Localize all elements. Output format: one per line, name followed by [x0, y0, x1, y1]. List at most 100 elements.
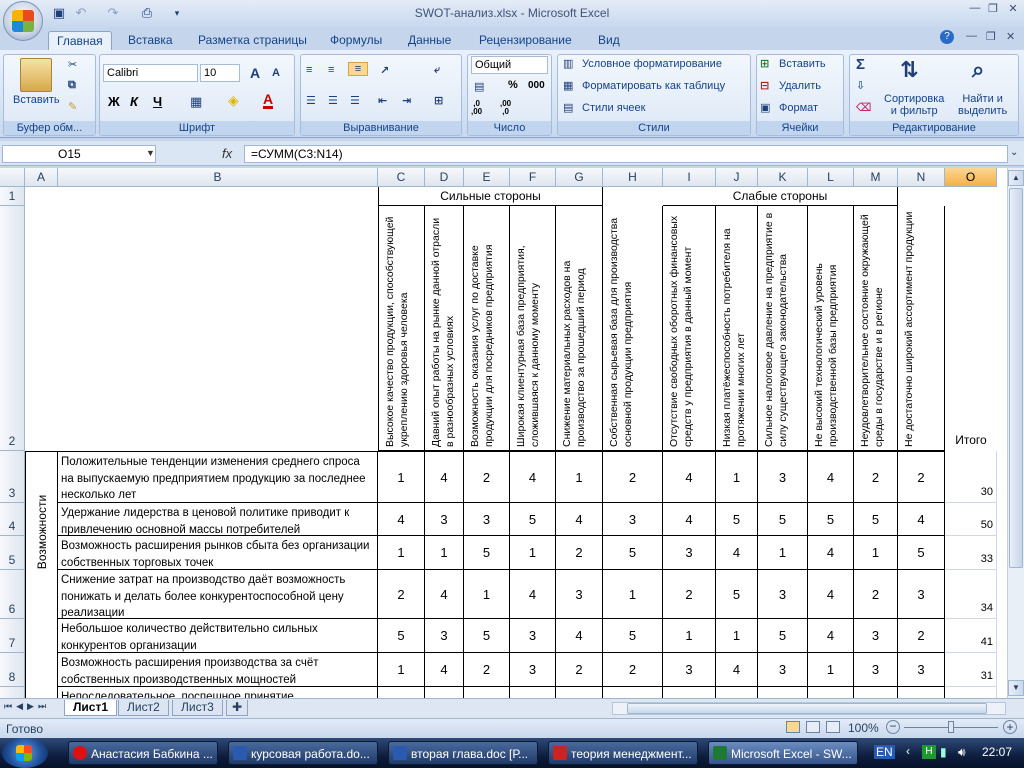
vertical-scroll-thumb[interactable] — [1009, 188, 1023, 568]
row-description[interactable]: Непоследовательное, поспешное принятие — [58, 687, 378, 698]
score-cell[interactable]: 1 — [378, 536, 425, 570]
conditional-format-button[interactable]: Условное форматирование — [582, 58, 722, 70]
increase-indent-icon[interactable]: ⇥ — [402, 94, 411, 107]
italic-button[interactable]: К — [130, 94, 138, 109]
network-icon[interactable]: ▮ — [940, 745, 954, 759]
row-header[interactable]: 7 — [0, 619, 25, 653]
cell-styles-button[interactable]: Стили ячеек — [582, 102, 645, 114]
score-cell[interactable]: 4 — [425, 570, 464, 619]
column-header-h[interactable]: H — [603, 168, 663, 187]
clear-icon[interactable]: ⌫ — [856, 101, 872, 114]
score-cell[interactable]: 4 — [808, 536, 854, 570]
factor-header[interactable]: Сильное налоговое давление на предприяти… — [758, 206, 808, 451]
score-cell[interactable]: 1 — [758, 536, 808, 570]
score-cell[interactable]: 3 — [425, 503, 464, 536]
format-as-table-button[interactable]: Форматировать как таблицу — [582, 80, 725, 92]
column-header-i[interactable]: I — [663, 168, 716, 187]
align-bottom-icon[interactable]: ≡ — [348, 62, 368, 76]
column-header-j[interactable]: J — [716, 168, 758, 187]
score-cell[interactable]: 1 — [808, 653, 854, 687]
score-cell[interactable]: 4 — [378, 503, 425, 536]
score-cell[interactable]: 1 — [716, 451, 758, 503]
score-cell[interactable]: 4 — [716, 653, 758, 687]
column-header-o[interactable]: O — [945, 168, 997, 187]
score-cell[interactable]: 4 — [808, 451, 854, 503]
total-cell[interactable] — [945, 687, 997, 698]
grow-font-icon[interactable]: A — [250, 65, 260, 81]
ribbon-restore-icon[interactable]: ❐ — [986, 30, 996, 43]
score-cell[interactable]: 1 — [464, 570, 510, 619]
merge-cells-icon[interactable]: ⊞ — [434, 94, 443, 107]
tab-page-layout[interactable]: Разметка страницы — [190, 31, 315, 51]
row-header[interactable]: 9 — [0, 687, 25, 698]
cut-icon[interactable]: ✂ — [68, 58, 77, 71]
total-cell[interactable]: 31 — [945, 653, 997, 687]
score-cell[interactable]: 5 — [603, 619, 663, 653]
autosum-button[interactable]: Σ — [856, 56, 865, 73]
row-header[interactable]: 5 — [0, 536, 25, 570]
thousands-button[interactable]: 000 — [528, 80, 545, 91]
total-cell[interactable]: 41 — [945, 619, 997, 653]
factor-header[interactable]: Не высокий технологический уровень произ… — [808, 206, 854, 451]
score-cell[interactable]: 5 — [378, 619, 425, 653]
align-middle-icon[interactable]: ≡ — [328, 64, 334, 76]
underline-button[interactable]: Ч — [153, 94, 162, 109]
score-cell[interactable]: 1 — [716, 619, 758, 653]
score-cell[interactable]: 2 — [663, 570, 716, 619]
normal-view-icon[interactable] — [786, 721, 800, 733]
score-cell[interactable]: 4 — [663, 503, 716, 536]
column-header-e[interactable]: E — [464, 168, 510, 187]
delete-cells-button[interactable]: Удалить — [779, 80, 821, 92]
total-cell[interactable]: 34 — [945, 570, 997, 619]
total-cell[interactable]: 50 — [945, 503, 997, 536]
show-hidden-icons-icon[interactable]: ‹ — [906, 744, 910, 758]
score-cell[interactable]: 3 — [510, 619, 556, 653]
score-cell[interactable]: 1 — [510, 536, 556, 570]
taskbar-item-word-2[interactable]: вторая глава.doc [Р... — [388, 741, 538, 765]
name-box-dropdown-icon[interactable]: ▼ — [146, 148, 155, 158]
total-cell[interactable]: 30 — [945, 451, 997, 503]
zoom-level[interactable]: 100% — [848, 721, 879, 735]
score-cell[interactable] — [425, 687, 464, 698]
row-header[interactable]: 8 — [0, 653, 25, 687]
column-header-l[interactable]: L — [808, 168, 854, 187]
column-header-b[interactable]: B — [58, 168, 378, 187]
score-cell[interactable]: 2 — [378, 570, 425, 619]
close-icon[interactable]: ✕ — [1004, 2, 1022, 16]
score-cell[interactable] — [510, 687, 556, 698]
row-description[interactable]: Небольшое количество действительно сильн… — [58, 619, 378, 653]
bold-button[interactable]: Ж — [108, 94, 120, 109]
language-indicator[interactable]: EN — [874, 745, 895, 759]
score-cell[interactable]: 2 — [603, 653, 663, 687]
sheet-tab-2[interactable]: Лист2 — [118, 700, 169, 716]
tab-view[interactable]: Вид — [590, 31, 628, 51]
score-cell[interactable]: 1 — [663, 619, 716, 653]
score-cell[interactable]: 3 — [663, 653, 716, 687]
score-cell[interactable]: 3 — [425, 619, 464, 653]
row-header[interactable]: 4 — [0, 503, 25, 536]
score-cell[interactable]: 4 — [556, 619, 603, 653]
column-header-f[interactable]: F — [510, 168, 556, 187]
score-cell[interactable] — [663, 687, 716, 698]
tab-formulas[interactable]: Формулы — [322, 31, 390, 51]
score-cell[interactable] — [378, 687, 425, 698]
score-cell[interactable]: 2 — [464, 653, 510, 687]
column-header-m[interactable]: M — [854, 168, 898, 187]
row-header[interactable]: 6 — [0, 570, 25, 619]
taskbar-item-word-1[interactable]: курсовая работа.do... — [228, 741, 378, 765]
insert-cells-button[interactable]: Вставить — [779, 58, 826, 70]
align-top-icon[interactable]: ≡ — [306, 64, 312, 76]
tab-insert[interactable]: Вставка — [120, 31, 181, 51]
volume-icon[interactable]: 🔊︎ — [958, 745, 966, 760]
formula-input[interactable]: =СУММ(C3:N14) — [244, 145, 1008, 163]
align-left-icon[interactable]: ☰ — [306, 94, 316, 107]
row-description[interactable]: Удержание лидерства в ценовой политике п… — [58, 503, 378, 536]
score-cell[interactable]: 5 — [758, 619, 808, 653]
select-all-corner[interactable] — [0, 168, 25, 187]
insert-sheet-icon[interactable]: ✚ — [226, 700, 249, 716]
zoom-out-icon[interactable]: − — [886, 720, 900, 734]
sheet-tab-1[interactable]: Лист1 — [64, 700, 118, 716]
scroll-up-icon[interactable]: ▲ — [1008, 170, 1024, 186]
tab-review[interactable]: Рецензирование — [471, 31, 580, 51]
score-cell[interactable]: 5 — [898, 536, 945, 570]
